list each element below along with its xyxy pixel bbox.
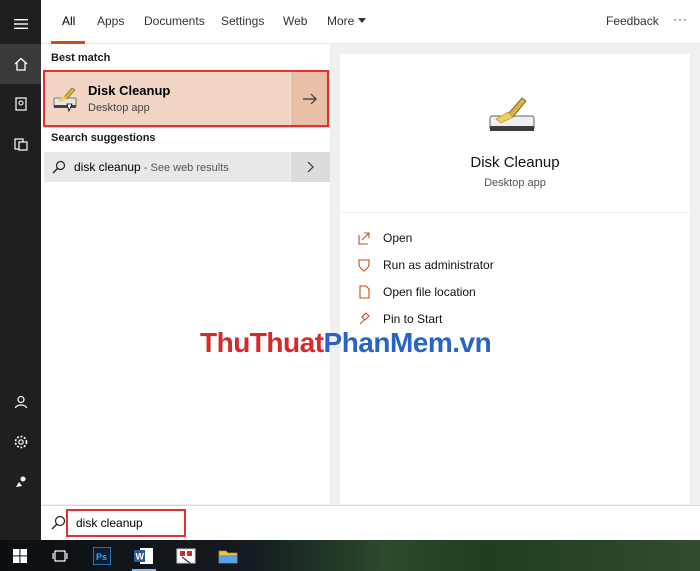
notebook-icon[interactable]	[0, 84, 41, 124]
tab-all[interactable]: All	[62, 14, 75, 28]
search-icon	[51, 515, 66, 530]
results-panel: Best match Disk Cleanup Desktop app Sear…	[41, 44, 330, 504]
home-icon[interactable]	[0, 44, 41, 84]
documents-icon[interactable]	[0, 124, 41, 164]
action-open[interactable]: Open	[358, 229, 412, 247]
watermark-part-3: .vn	[452, 327, 492, 358]
shield-icon	[358, 259, 370, 272]
best-match-title: Disk Cleanup	[88, 83, 171, 98]
tab-apps[interactable]: Apps	[97, 14, 124, 28]
search-suggestions-heading: Search suggestions	[51, 132, 156, 144]
word-icon[interactable]: W	[126, 540, 162, 571]
suggestion-hint: - See web results	[140, 162, 229, 174]
suggestion-text: disk cleanup - See web results	[74, 160, 229, 174]
tab-web[interactable]: Web	[283, 14, 307, 28]
tab-documents[interactable]: Documents	[144, 14, 205, 28]
file-icon	[359, 285, 370, 299]
svg-text:Ps: Ps	[96, 552, 107, 562]
search-input-highlight-box	[66, 509, 186, 537]
action-open-file-location-label: Open file location	[383, 285, 476, 299]
tab-more-label: More	[327, 14, 355, 28]
feedback-link[interactable]: Feedback	[606, 14, 659, 28]
pin-icon	[359, 312, 370, 325]
svg-text:W: W	[136, 551, 145, 561]
open-preview-button[interactable]	[290, 72, 328, 126]
disk-cleanup-icon	[53, 87, 77, 112]
web-suggestion-item[interactable]: disk cleanup - See web results	[44, 152, 330, 182]
photoshop-icon[interactable]: Ps	[84, 540, 120, 571]
file-explorer-icon[interactable]	[210, 540, 246, 571]
best-match-subtitle: Desktop app	[88, 102, 150, 114]
search-bar	[41, 505, 700, 540]
best-match-heading: Best match	[51, 52, 111, 64]
action-pin-to-start-label: Pin to Start	[383, 312, 443, 326]
tab-settings[interactable]: Settings	[221, 14, 264, 28]
feedback-hub-icon[interactable]	[0, 462, 41, 502]
open-icon	[358, 232, 370, 245]
settings-gear-icon[interactable]	[0, 422, 41, 462]
preview-title: Disk Cleanup	[470, 154, 560, 171]
search-scope-tabs: All Apps Documents Settings Web More Fee…	[41, 0, 700, 44]
app-preview-header: Disk Cleanup Desktop app	[340, 54, 690, 212]
action-open-file-location[interactable]: Open file location	[358, 283, 476, 301]
site-watermark: ThuThuatPhanMem.vn	[200, 327, 492, 359]
hamburger-menu-icon[interactable]	[0, 4, 41, 44]
snipping-tool-icon[interactable]	[168, 540, 204, 571]
more-options-icon[interactable]: ···	[673, 12, 688, 26]
suggestion-query: disk cleanup	[74, 160, 141, 174]
best-match-result[interactable]: Disk Cleanup Desktop app	[44, 70, 330, 128]
search-input[interactable]	[76, 516, 176, 530]
action-run-as-administrator-label: Run as administrator	[383, 258, 494, 272]
suggestion-open-button[interactable]	[290, 152, 330, 182]
action-pin-to-start[interactable]: Pin to Start	[358, 310, 442, 328]
user-icon[interactable]	[0, 382, 41, 422]
start-rail	[0, 0, 41, 540]
watermark-part-2: PhanMem	[323, 327, 453, 358]
task-view-icon[interactable]	[42, 540, 78, 571]
chevron-right-icon	[307, 161, 314, 173]
disk-cleanup-icon	[489, 97, 535, 131]
tab-more[interactable]: More	[327, 14, 367, 28]
action-open-label: Open	[383, 231, 413, 245]
taskbar: Ps W	[0, 540, 700, 571]
search-icon	[52, 160, 66, 174]
preview-subtitle: Desktop app	[484, 177, 546, 189]
watermark-part-1: ThuThuat	[200, 327, 324, 358]
arrow-right-icon	[302, 93, 317, 105]
windows-start-icon[interactable]	[2, 540, 38, 571]
action-run-as-administrator[interactable]: Run as administrator	[358, 256, 494, 274]
chevron-down-icon	[358, 18, 367, 23]
